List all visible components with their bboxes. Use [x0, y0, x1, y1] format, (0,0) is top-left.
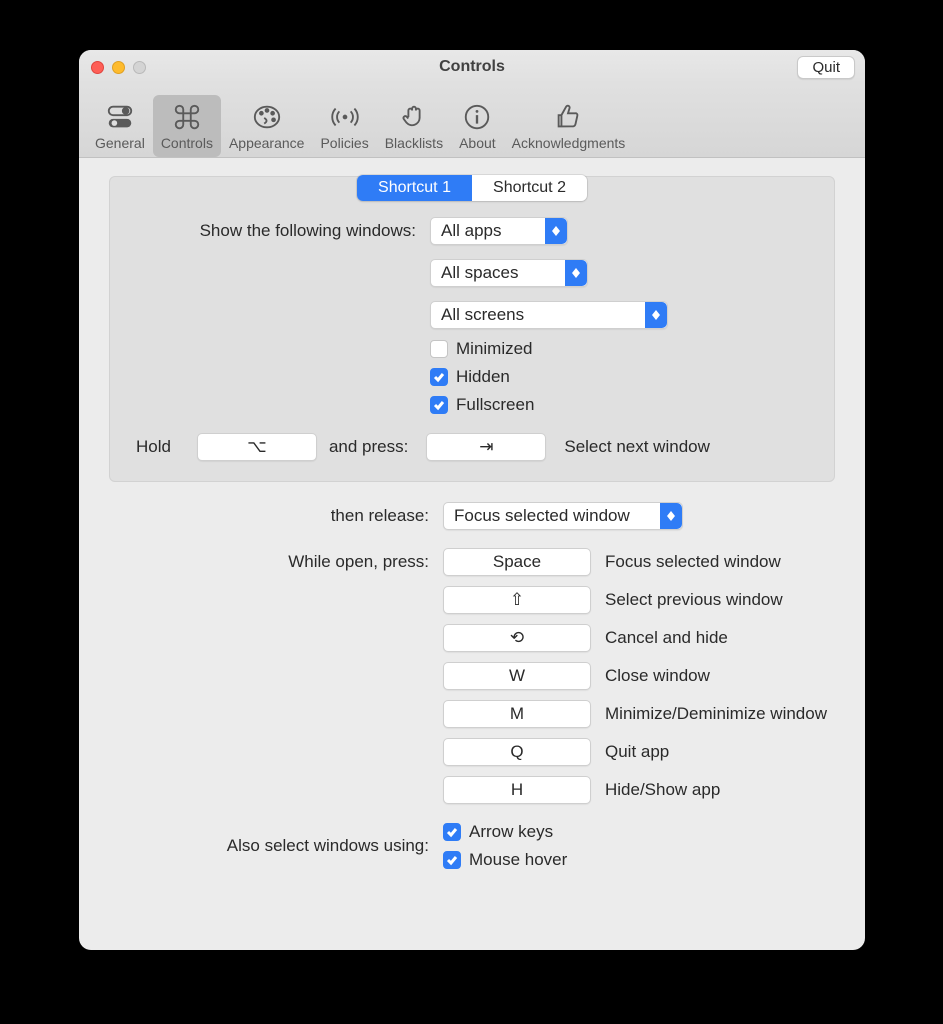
apps-popup[interactable]: All apps	[430, 217, 568, 245]
checkbox-icon	[443, 851, 461, 869]
key-value: ⌥	[247, 437, 267, 457]
tab-general[interactable]: General	[87, 95, 153, 157]
palette-icon	[249, 99, 285, 135]
tab-acknowledgments[interactable]: Acknowledgments	[504, 95, 634, 157]
shortcut-segmented-control: Shortcut 1 Shortcut 2	[357, 175, 587, 201]
thumbs-up-icon	[550, 99, 586, 135]
while-open-label: While open, press:	[109, 552, 443, 572]
key-value: H	[511, 780, 523, 800]
cancel-key-field[interactable]: ⟲	[443, 624, 591, 652]
minimized-checkbox[interactable]: Minimized	[430, 339, 534, 359]
chevron-updown-icon	[545, 218, 567, 244]
tab-label: Appearance	[229, 135, 305, 151]
action-label: Close window	[605, 666, 710, 686]
space-key-field[interactable]: Space	[443, 548, 591, 576]
toolbar: General Controls Appearance Policies Bla…	[79, 84, 865, 158]
action-label: Focus selected window	[605, 552, 781, 572]
spaces-popup[interactable]: All spaces	[430, 259, 588, 287]
hand-icon	[396, 99, 432, 135]
command-icon	[169, 99, 205, 135]
arrow-keys-checkbox[interactable]: Arrow keys	[443, 822, 567, 842]
key-value: Space	[493, 552, 541, 572]
action-label: Cancel and hide	[605, 628, 728, 648]
toggles-icon	[102, 99, 138, 135]
quit-button[interactable]: Quit	[797, 56, 855, 79]
popup-value: All screens	[431, 305, 645, 325]
action-label: Quit app	[605, 742, 669, 762]
shortcut-panel: Shortcut 1 Shortcut 2 Show the following…	[109, 176, 835, 482]
checkbox-icon	[430, 340, 448, 358]
checkbox-icon	[430, 368, 448, 386]
minimize-key-field[interactable]: M	[443, 700, 591, 728]
key-value: W	[509, 666, 525, 686]
checkbox-label: Minimized	[456, 339, 533, 359]
tab-blacklists[interactable]: Blacklists	[377, 95, 451, 157]
popup-value: All spaces	[431, 263, 565, 283]
tab-label: Policies	[320, 135, 368, 151]
action-label: Hide/Show app	[605, 780, 720, 800]
checkbox-label: Arrow keys	[469, 822, 553, 842]
action-label: Select previous window	[605, 590, 783, 610]
key-value: M	[510, 704, 524, 724]
checkbox-label: Hidden	[456, 367, 510, 387]
tab-label: Acknowledgments	[512, 135, 626, 151]
tab-about[interactable]: About	[451, 95, 504, 157]
tab-label: Controls	[161, 135, 213, 151]
hidden-checkbox[interactable]: Hidden	[430, 367, 534, 387]
tab-appearance[interactable]: Appearance	[221, 95, 313, 157]
and-press-label: and press:	[329, 437, 408, 457]
select-next-label: Select next window	[564, 437, 710, 457]
info-icon	[459, 99, 495, 135]
show-windows-label: Show the following windows:	[130, 221, 430, 241]
tab-controls[interactable]: Controls	[153, 95, 221, 157]
hide-key-field[interactable]: H	[443, 776, 591, 804]
prev-key-field[interactable]: ⇧	[443, 586, 591, 614]
antenna-icon	[327, 99, 363, 135]
tab-label: Blacklists	[385, 135, 443, 151]
quit-key-field[interactable]: Q	[443, 738, 591, 766]
key-value: ⇥	[479, 437, 493, 457]
hold-key-field[interactable]: ⌥	[197, 433, 317, 461]
close-key-field[interactable]: W	[443, 662, 591, 690]
chevron-updown-icon	[660, 503, 682, 529]
popup-value: Focus selected window	[444, 506, 660, 526]
content: Shortcut 1 Shortcut 2 Show the following…	[79, 158, 865, 900]
tab-label: About	[459, 135, 496, 151]
tab-policies[interactable]: Policies	[312, 95, 376, 157]
fullscreen-checkbox[interactable]: Fullscreen	[430, 395, 534, 415]
window-title: Controls	[79, 58, 865, 76]
release-action-popup[interactable]: Focus selected window	[443, 502, 683, 530]
checkbox-label: Fullscreen	[456, 395, 534, 415]
action-label: Minimize/Deminimize window	[605, 704, 827, 724]
key-value: ⇧	[510, 590, 524, 610]
checkbox-icon	[430, 396, 448, 414]
popup-value: All apps	[431, 221, 545, 241]
hold-label: Hold	[130, 437, 185, 457]
press-key-field[interactable]: ⇥	[426, 433, 546, 461]
screens-popup[interactable]: All screens	[430, 301, 668, 329]
tab-label: General	[95, 135, 145, 151]
key-value: Q	[510, 742, 523, 762]
key-value: ⟲	[510, 628, 524, 648]
checkbox-icon	[443, 823, 461, 841]
titlebar: Controls Quit	[79, 50, 865, 84]
checkbox-label: Mouse hover	[469, 850, 567, 870]
preferences-window: Controls Quit General Controls Appearanc…	[79, 50, 865, 950]
mouse-hover-checkbox[interactable]: Mouse hover	[443, 850, 567, 870]
chevron-updown-icon	[565, 260, 587, 286]
segment-shortcut-2[interactable]: Shortcut 2	[472, 175, 587, 201]
segment-shortcut-1[interactable]: Shortcut 1	[357, 175, 472, 201]
then-release-label: then release:	[109, 506, 443, 526]
chevron-updown-icon	[645, 302, 667, 328]
also-select-label: Also select windows using:	[109, 836, 443, 856]
